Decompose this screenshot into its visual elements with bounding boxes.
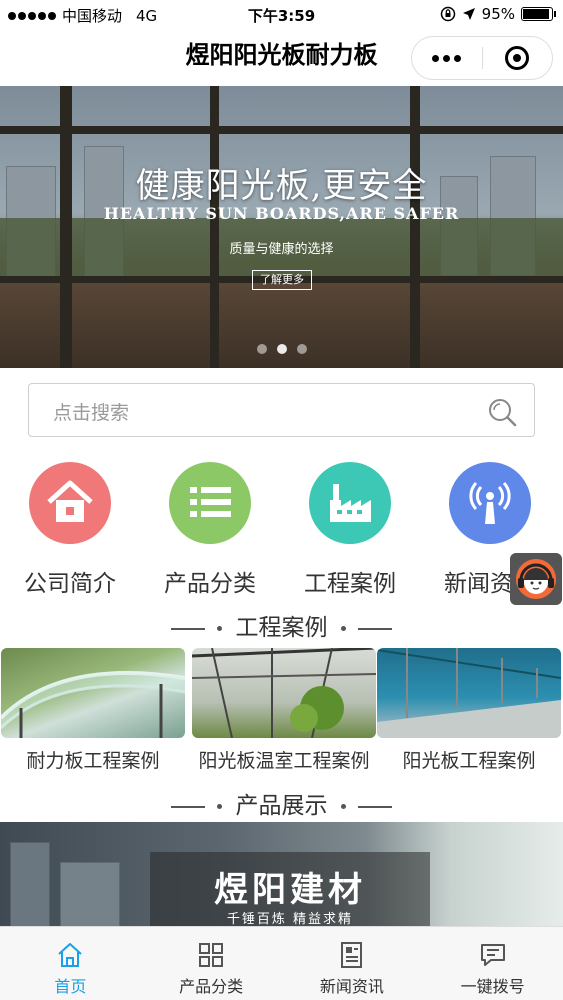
tab-bar: 首页 产品分类 新闻资讯 一键拨号 <box>0 926 563 1000</box>
more-menu-icon[interactable] <box>412 54 482 62</box>
home-outline-icon <box>58 943 83 967</box>
status-right: 95% <box>440 5 556 23</box>
case-card[interactable]: 阳光板工程案例 <box>377 648 561 773</box>
quick-nav-label: 公司简介 <box>24 571 116 597</box>
news-icon <box>340 942 362 968</box>
tab-home[interactable]: 首页 <box>0 927 141 1000</box>
product-building-decor <box>10 842 50 932</box>
header-line-decor <box>171 627 206 630</box>
cases-section-header: 工程案例 <box>0 608 563 642</box>
banner-tagline: 质量与健康的选择 <box>229 242 334 257</box>
learn-more-button[interactable]: 了解更多 <box>252 270 312 290</box>
product-banner[interactable]: 煜阳建材 千锤百炼 精益求精 <box>0 822 563 932</box>
carousel-dot[interactable] <box>256 344 267 354</box>
case-image <box>1 648 185 738</box>
tab-one-click-dial[interactable]: 一键拨号 <box>422 927 563 1000</box>
header-line-decor <box>171 805 206 808</box>
banner-title: 健康阳光板,更安全 <box>135 166 428 206</box>
close-mini-program-button[interactable] <box>483 46 553 70</box>
case-label: 耐力板工程案例 <box>26 750 160 772</box>
rotation-lock-icon <box>440 6 455 22</box>
tab-news[interactable]: 新闻资讯 <box>282 927 423 1000</box>
search-placeholder: 点击搜索 <box>53 402 130 424</box>
quick-nav-circle <box>29 462 111 544</box>
greenhouse-image <box>192 648 376 738</box>
header-dot-decor <box>340 804 346 809</box>
factory-icon <box>330 484 371 522</box>
tab-label: 产品分类 <box>179 977 244 996</box>
case-image <box>377 648 561 738</box>
grid-icon <box>199 943 224 967</box>
battery-icon <box>521 7 556 21</box>
search-input[interactable]: 点击搜索 <box>28 383 535 437</box>
tab-label: 一键拨号 <box>460 977 525 996</box>
case-label: 阳光板工程案例 <box>402 750 536 772</box>
quick-nav: 公司简介 产品分类 工程案例 新闻资讯 <box>0 462 563 602</box>
canopy-image <box>1 671 185 738</box>
banner-railing-decor <box>0 278 563 368</box>
location-arrow-icon <box>462 8 475 20</box>
noise-barrier-image <box>377 648 561 738</box>
quick-nav-circle <box>309 462 391 544</box>
case-image <box>192 648 376 738</box>
chat-icon <box>480 944 505 966</box>
quick-nav-company-intro[interactable]: 公司简介 <box>0 462 140 598</box>
carousel-dot[interactable] <box>296 344 307 354</box>
search-icon[interactable] <box>486 396 518 428</box>
case-card[interactable]: 耐力板工程案例 <box>1 648 185 773</box>
product-building-decor <box>60 862 120 932</box>
quick-nav-circle <box>449 462 531 544</box>
tab-product-category[interactable]: 产品分类 <box>141 927 282 1000</box>
case-card[interactable]: 阳光板温室工程案例 <box>192 648 376 773</box>
target-icon <box>505 46 530 70</box>
banner-frame-decor <box>0 126 563 134</box>
header-dot-decor <box>340 626 346 631</box>
products-section-header: 产品展示 <box>0 786 563 820</box>
banner-subtitle-en: HEALTHY SUN BOARDS,ARE SAFER <box>103 204 460 223</box>
carousel-indicators <box>0 344 563 354</box>
quick-nav-circle <box>169 462 251 544</box>
nav-bar: 煜阳阳光板耐力板 <box>0 30 563 86</box>
customer-service-button[interactable] <box>510 553 562 605</box>
product-brand: 煜阳建材 <box>214 870 366 910</box>
banner-carousel[interactable]: 健康阳光板,更安全 HEALTHY SUN BOARDS,ARE SAFER 质… <box>0 86 563 368</box>
headset-icon <box>516 559 556 599</box>
header-line-decor <box>357 805 392 808</box>
header-line-decor <box>357 627 392 630</box>
list-icon <box>190 487 231 517</box>
quick-nav-product-category[interactable]: 产品分类 <box>140 462 280 598</box>
quick-nav-label: 工程案例 <box>304 571 396 597</box>
cases-list: 耐力板工程案例 阳光板温室工程案例 阳光板工程案例 <box>0 648 563 778</box>
quick-nav-project-cases[interactable]: 工程案例 <box>280 462 420 598</box>
home-icon <box>47 480 93 522</box>
carousel-dot[interactable] <box>276 344 287 354</box>
product-slogan: 千锤百炼 精益求精 <box>226 912 354 927</box>
cases-section-title: 工程案例 <box>235 615 328 641</box>
tab-label: 首页 <box>54 977 87 996</box>
battery-fill <box>523 9 549 19</box>
header-dot-decor <box>217 626 223 631</box>
header-dot-decor <box>217 804 223 809</box>
products-section-title: 产品展示 <box>235 793 328 819</box>
quick-nav-label: 产品分类 <box>164 571 256 597</box>
tab-label: 新闻资讯 <box>319 977 384 996</box>
mini-program-capsule <box>411 36 553 80</box>
battery-label: 95% <box>481 5 515 23</box>
case-label: 阳光板温室工程案例 <box>198 750 370 772</box>
status-bar: 中国移动 4G 下午3:59 95% <box>0 0 563 30</box>
broadcast-icon <box>469 481 511 524</box>
